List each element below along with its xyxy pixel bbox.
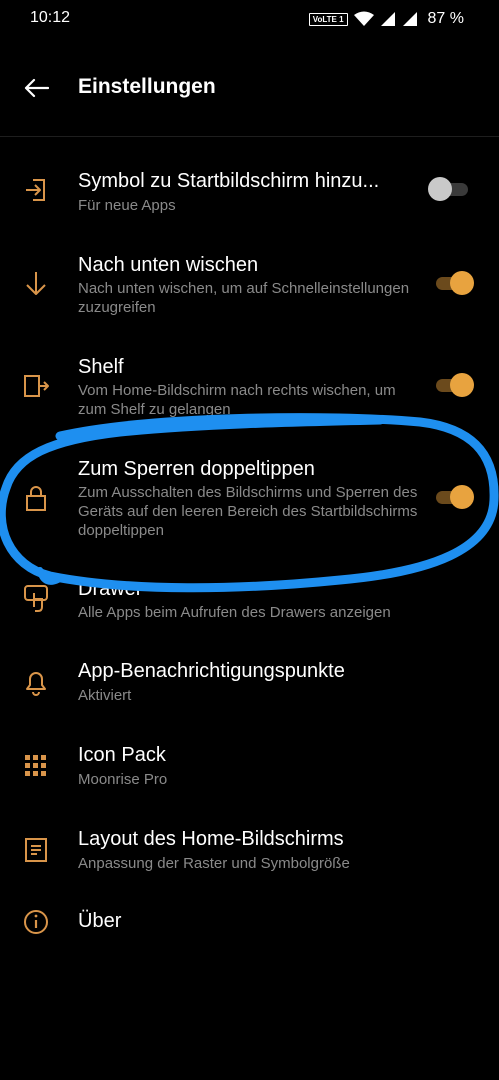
arrow-down-icon bbox=[18, 266, 54, 302]
page-title: Einstellungen bbox=[78, 75, 216, 98]
setting-drawer[interactable]: Drawer Alle Apps beim Aufrufen des Drawe… bbox=[0, 572, 499, 632]
add-icon-toggle[interactable] bbox=[428, 176, 476, 202]
setting-subtitle: Alle Apps beim Aufrufen des Drawers anze… bbox=[78, 604, 391, 621]
drawer-touch-icon bbox=[18, 580, 54, 616]
status-time: 10:12 bbox=[30, 9, 71, 26]
setting-subtitle: Für neue Apps bbox=[78, 197, 176, 214]
setting-subtitle: Nach unten wischen, um auf Schnelleinste… bbox=[78, 280, 410, 316]
setting-subtitle: Aktiviert bbox=[78, 687, 132, 704]
status-icons: VoLTE 1 87 % bbox=[308, 9, 464, 29]
bell-icon bbox=[18, 664, 54, 700]
setting-add-icon-to-home[interactable]: Symbol zu Startbildschirm hinzu... Für n… bbox=[0, 160, 499, 224]
setting-subtitle: Vom Home-Bildschirm nach rechts wischen,… bbox=[78, 382, 396, 418]
layout-icon bbox=[18, 832, 54, 868]
battery-percent: 87 % bbox=[427, 10, 464, 27]
setting-double-tap-lock[interactable]: Zum Sperren doppeltippen Zum Ausschalten… bbox=[0, 448, 499, 548]
signal-icon bbox=[380, 12, 395, 26]
wifi-icon bbox=[353, 11, 374, 26]
arrow-left-icon bbox=[24, 78, 49, 98]
status-bar: 10:12 VoLTE 1 87 % bbox=[0, 0, 499, 38]
info-icon bbox=[18, 904, 54, 940]
setting-notification-dots[interactable]: App-Benachrichtigungspunkte Aktiviert bbox=[0, 652, 499, 716]
setting-about[interactable]: Über bbox=[0, 900, 499, 944]
setting-title: Zum Sperren doppeltippen bbox=[78, 458, 315, 480]
setting-title: Symbol zu Startbildschirm hinzu... bbox=[78, 170, 380, 192]
setting-title: Drawer bbox=[78, 578, 143, 600]
swipe-down-toggle[interactable] bbox=[432, 270, 476, 296]
double-tap-lock-toggle[interactable] bbox=[432, 484, 476, 510]
lock-icon bbox=[18, 480, 54, 516]
shelf-toggle[interactable] bbox=[432, 372, 476, 398]
volte-badge: VoLTE 1 bbox=[308, 12, 348, 26]
back-button[interactable] bbox=[14, 70, 58, 106]
setting-shelf[interactable]: Shelf Vom Home-Bildschirm nach rechts wi… bbox=[0, 346, 499, 426]
setting-title: Über bbox=[78, 910, 122, 932]
setting-icon-pack[interactable]: Icon Pack Moonrise Pro bbox=[0, 736, 499, 800]
setting-title: Icon Pack bbox=[78, 744, 166, 766]
app-bar: Einstellungen bbox=[0, 38, 499, 137]
shelf-icon bbox=[18, 368, 54, 404]
setting-title: Shelf bbox=[78, 356, 124, 378]
setting-subtitle: Anpassung der Raster und Symbolgröße bbox=[78, 855, 350, 872]
setting-title: Nach unten wischen bbox=[78, 254, 259, 276]
signal-icon bbox=[402, 12, 417, 26]
setting-title: Layout des Home-Bildschirms bbox=[78, 828, 344, 850]
setting-swipe-down[interactable]: Nach unten wischen Nach unten wischen, u… bbox=[0, 244, 499, 324]
grid-icon bbox=[18, 748, 54, 784]
setting-title: App-Benachrichtigungspunkte bbox=[78, 660, 345, 682]
setting-subtitle: Zum Ausschalten des Bildschirms und Sper… bbox=[78, 484, 418, 539]
setting-subtitle: Moonrise Pro bbox=[78, 771, 168, 788]
exit-to-app-icon bbox=[18, 172, 54, 208]
setting-home-layout[interactable]: Layout des Home-Bildschirms Anpassung de… bbox=[0, 820, 499, 884]
